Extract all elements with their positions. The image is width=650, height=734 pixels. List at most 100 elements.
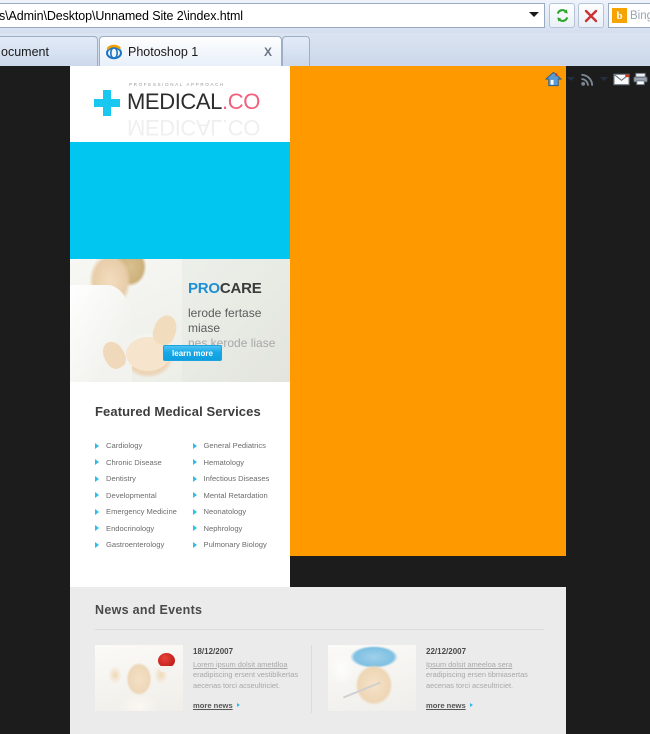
featured-services-section: Featured Medical Services Cardiology Chr… [70, 382, 290, 587]
logo-reflection: MEDICAL.CO [127, 115, 260, 140]
arrow-right-icon [192, 508, 197, 515]
browser-chrome: s\Admin\Desktop\Unnamed Site 2\index.htm… [0, 0, 650, 87]
address-bar-row: s\Admin\Desktop\Unnamed Site 2\index.htm… [0, 0, 650, 33]
bing-icon: b [612, 8, 627, 23]
home-icon[interactable] [545, 71, 562, 87]
procare-title-rest: CARE [219, 280, 262, 297]
print-icon[interactable] [633, 72, 648, 86]
browser-toolbar-icons [545, 71, 648, 87]
news-divider-rule [95, 628, 544, 630]
feeds-icon[interactable] [580, 72, 595, 87]
address-bar-text: s\Admin\Desktop\Unnamed Site 2\index.htm… [0, 8, 243, 23]
service-list-item[interactable]: Neonatology [192, 507, 291, 516]
service-list-item[interactable]: Mental Retardation [192, 490, 291, 500]
site-header: PROFESSIONAL APPROACH MEDICAL.CO MEDICAL… [70, 66, 290, 142]
service-label: Endocrinology [106, 523, 155, 533]
logo-wordmark: MEDICAL.CO [127, 89, 260, 114]
new-tab-button[interactable] [282, 36, 310, 66]
more-news-label: more news [426, 700, 466, 710]
news-heading: News and Events [95, 602, 203, 617]
learn-more-label: learn more [172, 348, 213, 358]
refresh-button[interactable] [549, 3, 575, 28]
tab-bar: ocument Photoshop 1 X [0, 33, 650, 87]
procare-photo [70, 259, 182, 382]
service-label: Developmental [106, 490, 157, 500]
services-column-right: General Pediatrics Hematology Infectious… [192, 441, 291, 557]
chevron-down-icon[interactable] [567, 77, 575, 81]
arrow-right-icon [95, 442, 99, 449]
more-news-link[interactable]: more news [426, 701, 473, 710]
arrow-right-icon [192, 442, 197, 449]
service-list-item[interactable]: Gastroenterology [95, 540, 193, 549]
featured-services-heading: Featured Medical Services [95, 404, 261, 419]
news-column-divider [311, 644, 312, 713]
service-list-item[interactable]: Hematology [192, 458, 291, 467]
site-logo[interactable]: PROFESSIONAL APPROACH MEDICAL.CO [94, 82, 260, 116]
arrow-right-icon [95, 475, 99, 482]
arrow-right-icon [95, 508, 99, 515]
procare-title: PROCARE [188, 281, 288, 296]
arrow-right-icon [95, 492, 99, 498]
website-canvas: PROFESSIONAL APPROACH MEDICAL.CO MEDICAL… [70, 66, 566, 734]
stop-button[interactable] [578, 3, 604, 28]
arrow-right-icon [95, 525, 99, 531]
arrow-right-icon [192, 541, 197, 548]
browser-tab-active[interactable]: Photoshop 1 X [99, 36, 282, 66]
service-label: General Pediatrics [203, 441, 266, 450]
arrow-right-icon [236, 703, 240, 708]
service-list-item[interactable]: Developmental [95, 491, 193, 500]
tab-label: Photoshop 1 [128, 44, 199, 59]
procare-title-strong: PRO [188, 280, 220, 297]
chevron-down-icon[interactable] [600, 77, 608, 81]
tab-close-button[interactable]: X [261, 45, 275, 59]
news-item[interactable]: 18/12/2007 Lorem ipsum dolsit ametdloa e… [95, 644, 305, 713]
address-bar[interactable]: s\Admin\Desktop\Unnamed Site 2\index.htm… [0, 3, 545, 28]
procare-photo-robe [70, 285, 132, 382]
close-icon [584, 9, 598, 22]
news-thumbnail [328, 644, 416, 711]
news-item[interactable]: 22/12/2007 Ipsum dolsit ameeloa sera era… [328, 644, 538, 713]
news-headline-link[interactable]: Ipsum dolsit ameeloa sera [426, 660, 538, 671]
procare-promo-banner[interactable]: PROCARE lerode fertase miase nes kerode … [70, 259, 290, 382]
service-label: Mental Retardation [203, 490, 268, 500]
service-label: Chronic Disease [106, 457, 162, 467]
service-label: Infectious Diseases [203, 474, 270, 483]
hero-banner-placeholder [70, 142, 290, 259]
news-headline-link[interactable]: Lorem ipsum dolsit ametdloa [193, 660, 305, 671]
browser-tab-inactive[interactable]: ocument [0, 36, 98, 66]
procare-copy: PROCARE lerode fertase miase nes kerode … [188, 281, 288, 351]
medical-cross-icon [94, 90, 120, 116]
search-input[interactable]: b Bing [608, 3, 650, 28]
service-list-item[interactable]: Nephrology [192, 524, 291, 533]
arrow-right-icon [95, 541, 99, 548]
page-viewport: PROFESSIONAL APPROACH MEDICAL.CO MEDICAL… [0, 66, 650, 734]
tab-label: ocument [1, 44, 49, 59]
arrow-right-icon [192, 475, 197, 482]
service-list-item[interactable]: General Pediatrics [192, 441, 291, 450]
mail-icon[interactable] [613, 72, 630, 86]
more-news-label: more news [193, 700, 233, 710]
orange-content-column [290, 66, 566, 556]
service-label: Emergency Medicine [106, 507, 177, 516]
service-list-item[interactable]: Pulmonary Biology [192, 540, 291, 549]
refresh-icon [556, 9, 568, 22]
arrow-right-icon [192, 459, 197, 465]
logo-wordmark-accent: .CO [222, 88, 260, 114]
service-list-item[interactable]: Emergency Medicine [95, 507, 193, 516]
service-list-item[interactable]: Chronic Disease [95, 458, 193, 467]
news-excerpt: eradipiscing ersen tibmiasertas aecenas … [426, 670, 528, 690]
service-label: Gastroenterology [106, 540, 165, 549]
search-placeholder-text: Bing [630, 9, 650, 22]
learn-more-button[interactable]: learn more [163, 345, 222, 361]
service-label: Dentistry [106, 474, 136, 483]
arrow-right-icon [192, 525, 197, 531]
service-list-item[interactable]: Dentistry [95, 474, 193, 483]
more-news-link[interactable]: more news [193, 701, 240, 710]
news-and-events-section: News and Events 18/12/2007 Lorem ipsum d… [70, 586, 566, 734]
service-list-item[interactable]: Endocrinology [95, 524, 193, 533]
service-list-item[interactable]: Infectious Diseases [192, 474, 291, 483]
address-dropdown-icon[interactable] [529, 12, 539, 17]
logo-tagline: PROFESSIONAL APPROACH [129, 82, 225, 87]
service-list-item[interactable]: Cardiology [95, 441, 193, 450]
procare-tagline-primary: lerode fertase miase [188, 306, 262, 335]
